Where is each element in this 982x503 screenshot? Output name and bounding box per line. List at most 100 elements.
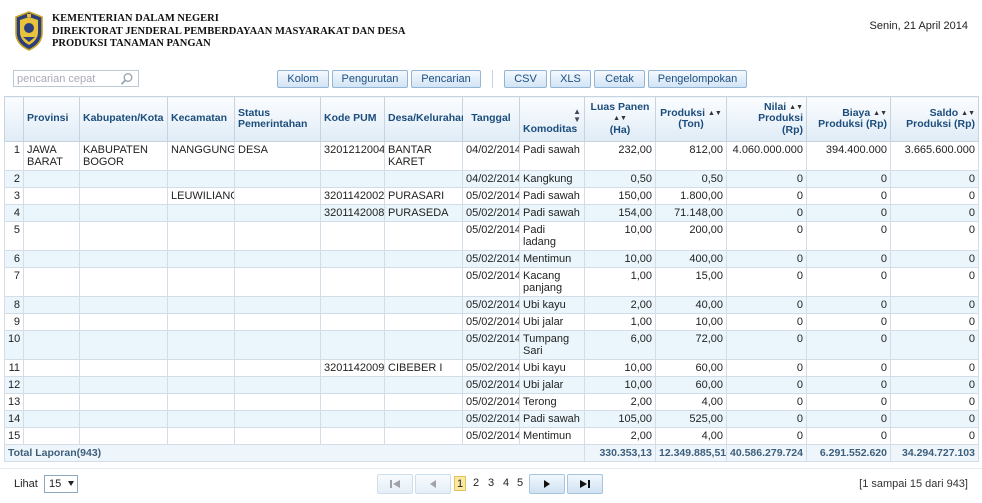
cell-luas: 10,00 [584,376,656,394]
page-number[interactable]: 3 [485,476,497,491]
kolom-button[interactable]: Kolom [277,70,329,88]
table-row[interactable]: 3 LEUWILIANG 3201142002 PURASARI 05/02/2014 P… [4,187,979,205]
cell-kabupaten [79,393,168,411]
cell-produksi: 812,00 [655,141,727,171]
sort-icon[interactable]: ▲▼ [708,110,722,117]
first-page-button[interactable] [377,474,413,494]
last-page-button[interactable] [567,474,603,494]
sort-icon[interactable]: ▲▼ [573,108,581,124]
cell-status [234,296,321,314]
table-row[interactable]: 6 05/02/2014 Mentimun 10,00 400,00 0 0 0 [4,250,979,268]
table-row[interactable]: 13 05/02/2014 Terong 2,00 4,00 0 0 0 [4,393,979,411]
col-header-provinsi[interactable]: Provinsi [23,96,80,142]
app-header: KEMENTERIAN DALAM NEGERI DIREKTORAT JEND… [0,0,982,62]
biaya-label-2: Produksi (Rp) [818,118,887,130]
page-number[interactable]: 5 [514,476,526,491]
cell-luas: 2,00 [584,393,656,411]
search-input[interactable] [14,71,117,86]
cell-komoditas: Kangkung [519,170,585,188]
sort-icon[interactable]: ▲▼ [789,104,803,111]
col-header-kode[interactable]: Kode PUM [320,96,385,142]
table-row[interactable]: 10 05/02/2014 Tumpang Sari 6,00 72,00 0 0 0 [4,330,979,360]
table-row[interactable]: 1 JAWA BARAT KABUPATEN BOGOR NANGGUNG DESA 32… [4,141,979,171]
prev-page-button[interactable] [415,474,451,494]
col-header-produksi[interactable]: Produksi ▲▼ (Ton) [655,96,727,142]
cell-tanggal: 05/02/2014 [462,221,520,251]
cell-luas: 10,00 [584,359,656,377]
cell-status [234,393,321,411]
cell-biaya: 0 [806,267,891,297]
table-row[interactable]: 8 05/02/2014 Ubi kayu 2,00 40,00 0 0 0 [4,296,979,314]
cell-luas: 10,00 [584,250,656,268]
sort-icon[interactable]: ▲▼ [613,115,627,122]
page-number[interactable]: 2 [470,476,482,491]
cell-desa [384,170,463,188]
cell-luas: 154,00 [584,204,656,222]
cell-provinsi [23,410,80,428]
table-row[interactable]: 12 05/02/2014 Ubi jalar 10,00 60,00 0 0 0 [4,376,979,394]
page-number-current[interactable]: 1 [454,476,466,491]
col-header-kabupaten[interactable]: Kabupaten/Kota [79,96,168,142]
pencarian-button[interactable]: Pencarian [411,70,481,88]
pengelompokan-button[interactable]: Pengelompokan [648,70,747,88]
total-saldo: 34.294.727.103 [890,444,979,462]
table-row[interactable]: 9 05/02/2014 Ubi jalar 1,00 10,00 0 0 0 [4,313,979,331]
table-row[interactable]: 7 05/02/2014 Kacang panjang 1,00 15,00 0 0 0 [4,267,979,297]
col-header-kecamatan[interactable]: Kecamatan [167,96,235,142]
cell-kabupaten [79,427,168,445]
table-row[interactable]: 2 04/02/2014 Kangkung 0,50 0,50 0 0 0 [4,170,979,188]
cell-produksi: 1.800,00 [655,187,727,205]
cetak-button[interactable]: Cetak [594,70,645,88]
col-header-saldo[interactable]: Saldo ▲▼ Produksi (Rp) [890,96,979,142]
cell-provinsi [23,187,80,205]
csv-button[interactable]: CSV [504,70,547,88]
col-header-desa[interactable]: Desa/Kelurahan [384,96,467,142]
cell-saldo: 0 [890,187,979,205]
next-page-button[interactable] [529,474,565,494]
cell-desa [384,330,463,360]
cell-saldo: 0 [890,359,979,377]
table-row[interactable]: 4 3201142008 PURASEDA 05/02/2014 Padi sawah 1… [4,204,979,222]
cell-provinsi [23,330,80,360]
search-icon[interactable] [120,72,134,86]
table-row[interactable]: 11 3201142009 CIBEBER I 05/02/2014 Ubi kayu 1… [4,359,979,377]
cell-kabupaten [79,296,168,314]
cell-kecamatan [167,359,235,377]
col-header-komoditas[interactable]: ▲ ▼ Komoditas [519,96,585,142]
table-row[interactable]: 14 05/02/2014 Padi sawah 105,00 525,00 0 0 0 [4,410,979,428]
cell-kabupaten [79,313,168,331]
cell-tanggal: 05/02/2014 [462,410,520,428]
cell-kode [320,170,385,188]
col-header-tanggal[interactable]: Tanggal [462,96,520,142]
col-header-biaya[interactable]: Biaya ▲▼ Produksi (Rp) [806,96,891,142]
cell-desa [384,376,463,394]
sort-icon[interactable]: ▲▼ [961,110,975,117]
cell-tanggal: 05/02/2014 [462,313,520,331]
cell-desa: PURASEDA [384,204,463,222]
cell-biaya: 0 [806,427,891,445]
cell-desa [384,221,463,251]
col-header-luas[interactable]: Luas Panen ▲▼ (Ha) [584,96,656,142]
cell-no: 5 [4,221,24,251]
table-row[interactable]: 15 05/02/2014 Mentimun 2,00 4,00 0 0 0 [4,427,979,445]
page-number[interactable]: 4 [500,476,512,491]
page-size-select[interactable]: 15 [44,475,78,493]
quick-search[interactable] [13,70,139,87]
sort-icon[interactable]: ▲▼ [873,110,887,117]
total-biaya: 6.291.552.620 [806,444,891,462]
cell-komoditas: Kacang panjang [519,267,585,297]
cell-biaya: 0 [806,187,891,205]
cell-status [234,410,321,428]
cell-kode: 3201212004 [320,141,385,171]
cell-status [234,170,321,188]
cell-kabupaten [79,221,168,251]
xls-button[interactable]: XLS [550,70,591,88]
cell-saldo: 0 [890,204,979,222]
cell-produksi: 72,00 [655,330,727,360]
col-header-status[interactable]: Status Pemerintahan [234,96,321,142]
table-row[interactable]: 5 05/02/2014 Padi ladang 10,00 200,00 0 0 0 [4,221,979,251]
cell-saldo: 0 [890,330,979,360]
pengurutan-button[interactable]: Pengurutan [332,70,408,88]
col-header-nilai[interactable]: Nilai ▲▼ Produksi (Rp) [726,96,807,142]
cell-komoditas: Ubi jalar [519,376,585,394]
